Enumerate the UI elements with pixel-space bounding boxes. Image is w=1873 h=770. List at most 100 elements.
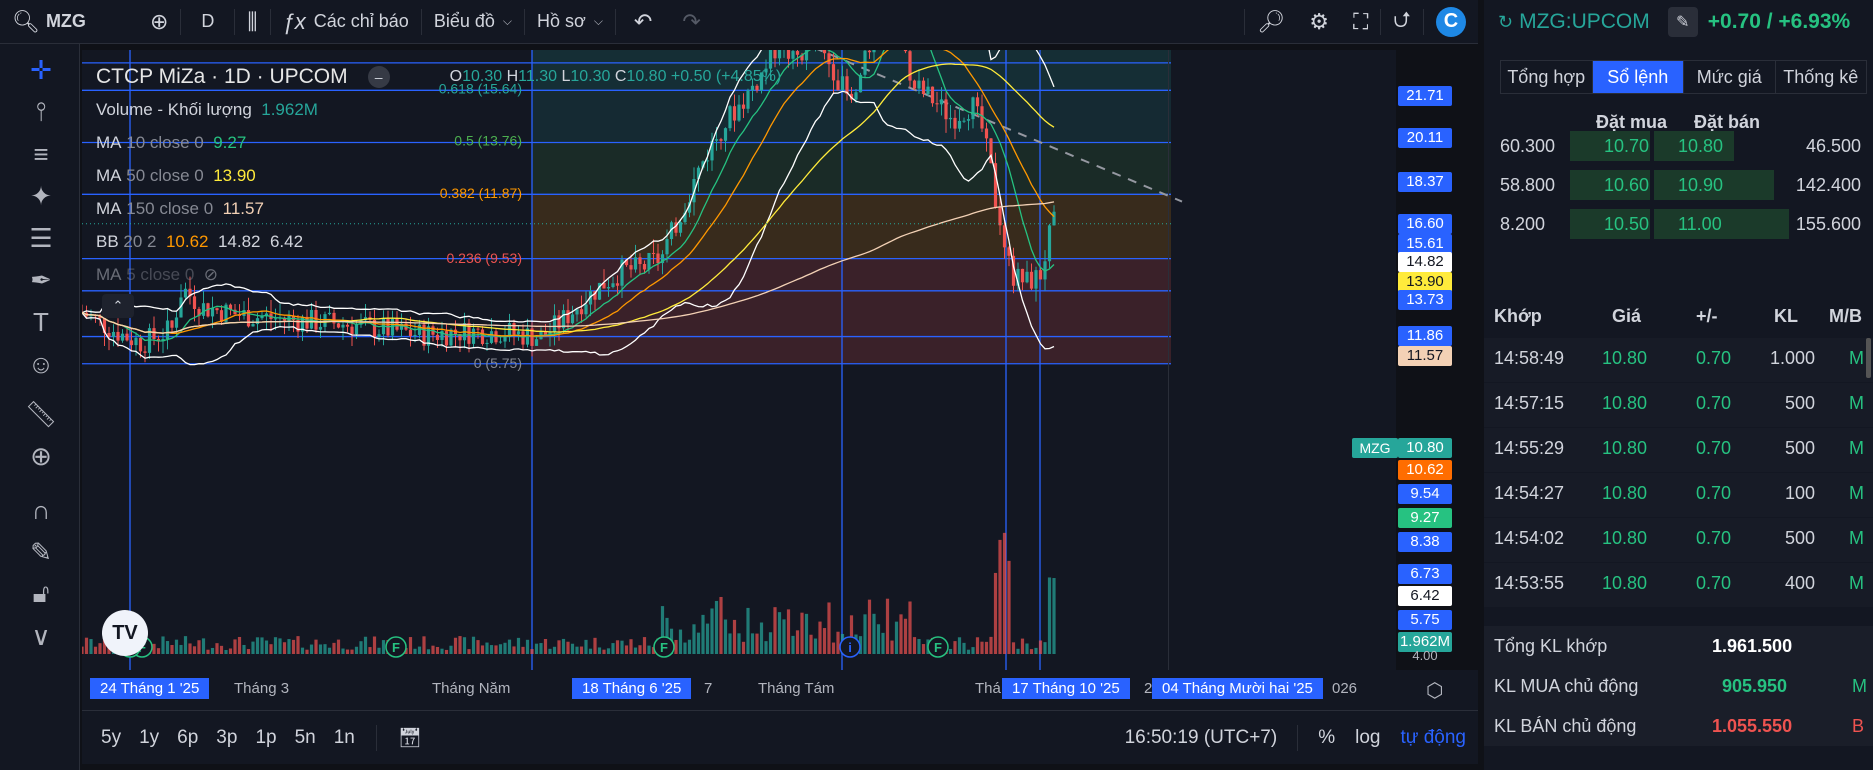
orderbook-row[interactable]: 8.200 10.50 11.00 155.600 bbox=[1484, 205, 1873, 243]
horizontal-lines-tool[interactable]: ≡ bbox=[18, 134, 64, 174]
legend-bb[interactable]: BB 20 2 10.62 14.82 6.42 bbox=[96, 225, 781, 258]
tab-orderbook[interactable]: Sổ lệnh bbox=[1592, 61, 1684, 93]
eye-off-icon[interactable]: ⊘ bbox=[204, 265, 218, 285]
settings-button[interactable]: ⚙ bbox=[1297, 0, 1341, 44]
trade-row[interactable]: 14:55:29 10.80 0.70 500 M bbox=[1484, 428, 1873, 473]
trades-head-chg: +/- bbox=[1696, 306, 1718, 326]
panel-symbol[interactable]: MZG:UPCOM bbox=[1519, 10, 1650, 34]
scrollbar-thumb[interactable] bbox=[1866, 338, 1871, 378]
volume-bar bbox=[1011, 642, 1016, 654]
lock-tool[interactable]: 🔓︎ bbox=[18, 574, 64, 614]
candle-body bbox=[345, 324, 350, 327]
legend-ma5-hidden[interactable]: MA 5 close 0 ⊘ bbox=[96, 258, 781, 291]
range-6m[interactable]: 6p bbox=[168, 727, 207, 749]
trade-row[interactable]: 14:57:15 10.80 0.70 500 M bbox=[1484, 383, 1873, 428]
replay-button[interactable]: 🔎︎ bbox=[1245, 0, 1297, 44]
price-chart[interactable]: 1 (21.76)0.786 (18.33)0.618 (15.64)0.5 (… bbox=[82, 50, 1396, 670]
range-1d[interactable]: 1n bbox=[325, 727, 364, 749]
orderbook-row[interactable]: 58.800 10.60 10.90 142.400 bbox=[1484, 166, 1873, 204]
candle-body bbox=[417, 324, 422, 335]
legend-menu-icon[interactable]: – bbox=[367, 65, 390, 88]
compare-button[interactable]: ⊕ bbox=[138, 0, 180, 44]
tab-statistics[interactable]: Thống kê bbox=[1776, 61, 1867, 93]
calendar-icon: 📅︎ bbox=[397, 727, 422, 749]
trade-time: 14:54:27 bbox=[1494, 483, 1565, 503]
range-1m[interactable]: 1p bbox=[246, 727, 285, 749]
fullscreen-button[interactable]: ⛶ bbox=[1341, 0, 1380, 44]
volume-bar bbox=[512, 646, 516, 654]
volume-bar bbox=[1052, 578, 1056, 654]
fib-tool[interactable]: ☰ bbox=[18, 218, 64, 258]
tab-summary[interactable]: Tổng hợp bbox=[1501, 61, 1593, 93]
zoom-tool[interactable]: ⊕ bbox=[18, 436, 64, 476]
time-axis[interactable]: 24 Tháng 1 '25 Tháng 3 Tháng Năm 18 Thán… bbox=[82, 670, 1478, 710]
draw-mode-tool[interactable]: ✎ bbox=[18, 532, 64, 572]
volume-bar bbox=[422, 636, 426, 654]
edit-button[interactable]: ✎ bbox=[1667, 7, 1698, 37]
emoji-tool[interactable]: ☺ bbox=[18, 344, 64, 384]
indicators-button[interactable]: ƒx Các chỉ báo bbox=[271, 0, 421, 44]
range-1y[interactable]: 1y bbox=[130, 727, 168, 749]
candle-body bbox=[449, 329, 453, 346]
undo-button[interactable]: ↶ bbox=[616, 0, 670, 44]
trendline-tool[interactable]: ⫯ bbox=[18, 92, 64, 132]
share-button[interactable]: ⮍ bbox=[1381, 0, 1423, 44]
legend-ma50[interactable]: MA 50 close 0 13.90 bbox=[96, 159, 781, 192]
legend-volume[interactable]: Volume - Khối lượng 1.962M bbox=[96, 93, 781, 126]
ask-volume: 155.600 bbox=[1795, 214, 1861, 234]
volume-bar bbox=[264, 640, 269, 654]
trade-row[interactable]: 14:54:02 10.80 0.70 500 M bbox=[1484, 518, 1873, 563]
text-tool[interactable]: T bbox=[18, 302, 64, 342]
ma5-name: MA bbox=[96, 264, 122, 284]
pattern-tool[interactable]: ✦ bbox=[18, 176, 64, 216]
tab-price-levels[interactable]: Mức giá bbox=[1684, 61, 1776, 93]
volume-bar bbox=[705, 623, 710, 654]
candle-body bbox=[917, 80, 921, 89]
open-value: 10.30 bbox=[462, 67, 503, 85]
price-label: 11.57 bbox=[1398, 346, 1452, 366]
hide-tool[interactable]: ∨ bbox=[18, 616, 64, 656]
clock-label[interactable]: 16:50:19 (UTC+7) bbox=[1125, 727, 1278, 749]
percent-scale-button[interactable]: % bbox=[1318, 727, 1335, 749]
auto-scale-button[interactable]: tự động bbox=[1400, 727, 1466, 749]
top-toolbar: 🔍︎ MZG ⊕ D ⫼ ƒx Các chỉ báo Biểu đồ ⌵ Hồ… bbox=[0, 0, 1478, 44]
brush-tool[interactable]: ✒ bbox=[18, 260, 64, 300]
volume-label: Volume - Khối lượng bbox=[96, 99, 252, 119]
volume-bar bbox=[1002, 532, 1007, 654]
summary-side: B bbox=[1852, 716, 1865, 736]
chart-type-dropdown[interactable]: Biểu đồ ⌵ bbox=[422, 0, 524, 44]
bars-style-button[interactable]: ⫼ bbox=[235, 0, 269, 44]
ma50-name: MA bbox=[96, 165, 122, 185]
profile-dropdown[interactable]: Hồ sơ ⌵ bbox=[525, 0, 615, 44]
range-5y[interactable]: 5y bbox=[92, 727, 130, 749]
volume-bar bbox=[683, 642, 687, 654]
symbol-search[interactable]: 🔍︎ MZG bbox=[0, 0, 98, 44]
trade-row[interactable]: 14:58:49 10.80 0.70 1.000 M bbox=[1484, 338, 1873, 383]
interval-button[interactable]: D bbox=[181, 0, 234, 44]
candle-body bbox=[192, 296, 197, 309]
volume-bar bbox=[242, 644, 246, 654]
goto-date-button[interactable]: 📅︎ bbox=[389, 726, 431, 750]
volume-bar bbox=[444, 649, 449, 654]
summary-value: 905.950 bbox=[1722, 676, 1788, 696]
crosshair-tool[interactable]: ✛ bbox=[18, 50, 64, 90]
range-5d[interactable]: 5n bbox=[286, 727, 325, 749]
orderbook-row[interactable]: 60.300 10.70 10.80 46.500 bbox=[1484, 127, 1873, 165]
legend-collapse-button[interactable]: ⌃ bbox=[102, 294, 134, 318]
range-3m[interactable]: 3p bbox=[207, 727, 246, 749]
candle-body bbox=[786, 50, 791, 59]
log-scale-button[interactable]: log bbox=[1355, 727, 1380, 749]
redo-button[interactable]: ↷ bbox=[670, 0, 712, 44]
refresh-icon[interactable]: ↻ bbox=[1498, 12, 1513, 33]
trade-row[interactable]: 14:53:55 10.80 0.70 400 M bbox=[1484, 563, 1873, 608]
volume-bar bbox=[962, 642, 966, 654]
magnet-tool[interactable]: ∩ bbox=[18, 490, 64, 530]
tradingview-logo[interactable]: TV bbox=[102, 610, 148, 656]
axis-settings-icon[interactable]: ⬡ bbox=[1426, 678, 1443, 703]
legend-ma10[interactable]: MA 10 close 0 9.27 bbox=[96, 126, 781, 159]
legend-ma150[interactable]: MA 150 close 0 11.57 bbox=[96, 192, 781, 225]
trade-row[interactable]: 14:54:27 10.80 0.70 100 M bbox=[1484, 473, 1873, 518]
ruler-tool[interactable]: 📏︎ bbox=[18, 394, 64, 434]
candle-body bbox=[165, 320, 170, 339]
panel-header: ↻ MZG:UPCOM ✎ +0.70 / +6.93% bbox=[1484, 0, 1873, 44]
